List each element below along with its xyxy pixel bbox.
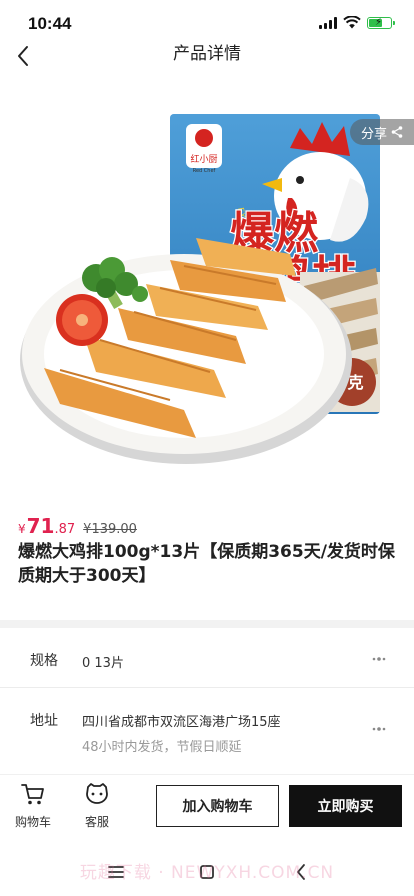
package-brand: 红小厨 bbox=[190, 153, 217, 165]
package-brand-en: Red Chef bbox=[193, 168, 216, 174]
chat-face-icon bbox=[86, 783, 108, 804]
nav-bar: 产品详情 bbox=[0, 44, 414, 84]
page-title: 产品详情 bbox=[173, 44, 241, 64]
share-label: 分享 bbox=[360, 126, 387, 142]
more-dots-icon bbox=[372, 657, 386, 661]
original-price: ¥139.00 bbox=[83, 522, 137, 537]
tomato bbox=[56, 294, 108, 346]
spec-label: 规格 bbox=[30, 653, 58, 669]
wifi-icon bbox=[343, 16, 361, 29]
service-label: 客服 bbox=[84, 815, 109, 829]
price-decimal: .87 bbox=[54, 522, 76, 537]
spec-row[interactable]: 规格 0 13片 bbox=[0, 630, 414, 688]
address-value: 四川省成都市双流区海港广场15座 bbox=[82, 715, 281, 730]
cart-shortcut[interactable]: 购物车 bbox=[8, 781, 58, 830]
battery-icon: ⚡ bbox=[367, 16, 395, 29]
spec-value: 0 13片 bbox=[82, 656, 124, 671]
back-icon[interactable] bbox=[290, 860, 314, 884]
section-divider bbox=[0, 620, 414, 628]
cart-icon bbox=[21, 784, 44, 805]
price-row: ¥ 71 .87 ¥139.00 bbox=[18, 514, 137, 538]
price-currency: ¥ bbox=[18, 522, 26, 536]
delivery-note: 48小时内发货，节假日顺延 bbox=[82, 740, 242, 755]
menu-icon[interactable] bbox=[104, 860, 128, 884]
add-to-cart-button[interactable]: 加入购物车 bbox=[156, 785, 279, 827]
cart-label: 购物车 bbox=[14, 815, 51, 829]
service-shortcut[interactable]: 客服 bbox=[72, 781, 122, 830]
share-icon bbox=[391, 126, 403, 138]
buy-now-button[interactable]: 立即购买 bbox=[289, 785, 402, 827]
signal-icon bbox=[319, 16, 337, 29]
more-dots-icon bbox=[372, 727, 386, 731]
system-nav-bar bbox=[0, 848, 414, 896]
home-square-icon[interactable] bbox=[195, 860, 219, 884]
address-row[interactable]: 地址 四川省成都市双流区海港广场15座 48小时内发货，节假日顺延 bbox=[0, 692, 414, 764]
status-icons: ⚡ bbox=[319, 16, 395, 29]
status-bar: 10:44 ⚡ bbox=[0, 0, 414, 44]
bottom-action-bar: 购物车 客服 加入购物车 立即购买 bbox=[0, 774, 414, 844]
share-button[interactable]: 分享 bbox=[350, 119, 414, 145]
address-label: 地址 bbox=[30, 713, 58, 729]
product-title: 爆燃大鸡排100g*13片【保质期365天/发货时保质期大于300天】 bbox=[18, 542, 395, 586]
price-integer: 71 bbox=[26, 514, 55, 538]
status-time: 10:44 bbox=[28, 14, 72, 33]
product-image[interactable]: 红小厨 Red Chef EXPORT QUALITY 爆燃 鸡排 0克 bbox=[0, 108, 414, 488]
